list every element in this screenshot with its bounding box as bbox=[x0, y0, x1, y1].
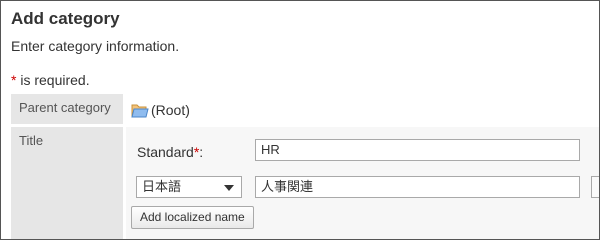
required-note-text: is required. bbox=[16, 72, 90, 88]
language-select[interactable]: 日本語 bbox=[136, 176, 242, 198]
parent-category-value-cell: (Root) bbox=[126, 94, 599, 124]
add-localized-name-button[interactable]: Add localized name bbox=[131, 206, 254, 229]
standard-name-label-text: Standard bbox=[137, 144, 194, 160]
parent-category-value: (Root) bbox=[151, 102, 190, 118]
required-note: * is required. bbox=[11, 72, 90, 88]
standard-name-label: Standard*: bbox=[137, 144, 203, 160]
title-value-cell: Standard*: HR 日本語 人事関連 Add localized nam… bbox=[126, 127, 599, 239]
title-label-text: Title bbox=[19, 133, 44, 148]
title-label: Title bbox=[11, 127, 123, 239]
add-category-panel: Add category Enter category information.… bbox=[0, 0, 600, 240]
localized-name-input[interactable]: 人事関連 bbox=[255, 176, 580, 198]
language-remove-button[interactable] bbox=[591, 176, 599, 198]
folder-icon bbox=[131, 104, 149, 118]
parent-category-label-text: Parent category bbox=[19, 100, 111, 115]
chevron-down-icon bbox=[224, 185, 234, 191]
page-title: Add category bbox=[11, 9, 120, 28]
standard-name-colon: : bbox=[199, 144, 204, 160]
language-select-value: 日本語 bbox=[142, 179, 182, 194]
standard-name-input[interactable]: HR bbox=[255, 139, 580, 161]
parent-category-label: Parent category bbox=[11, 94, 123, 124]
page-description: Enter category information. bbox=[11, 38, 180, 54]
